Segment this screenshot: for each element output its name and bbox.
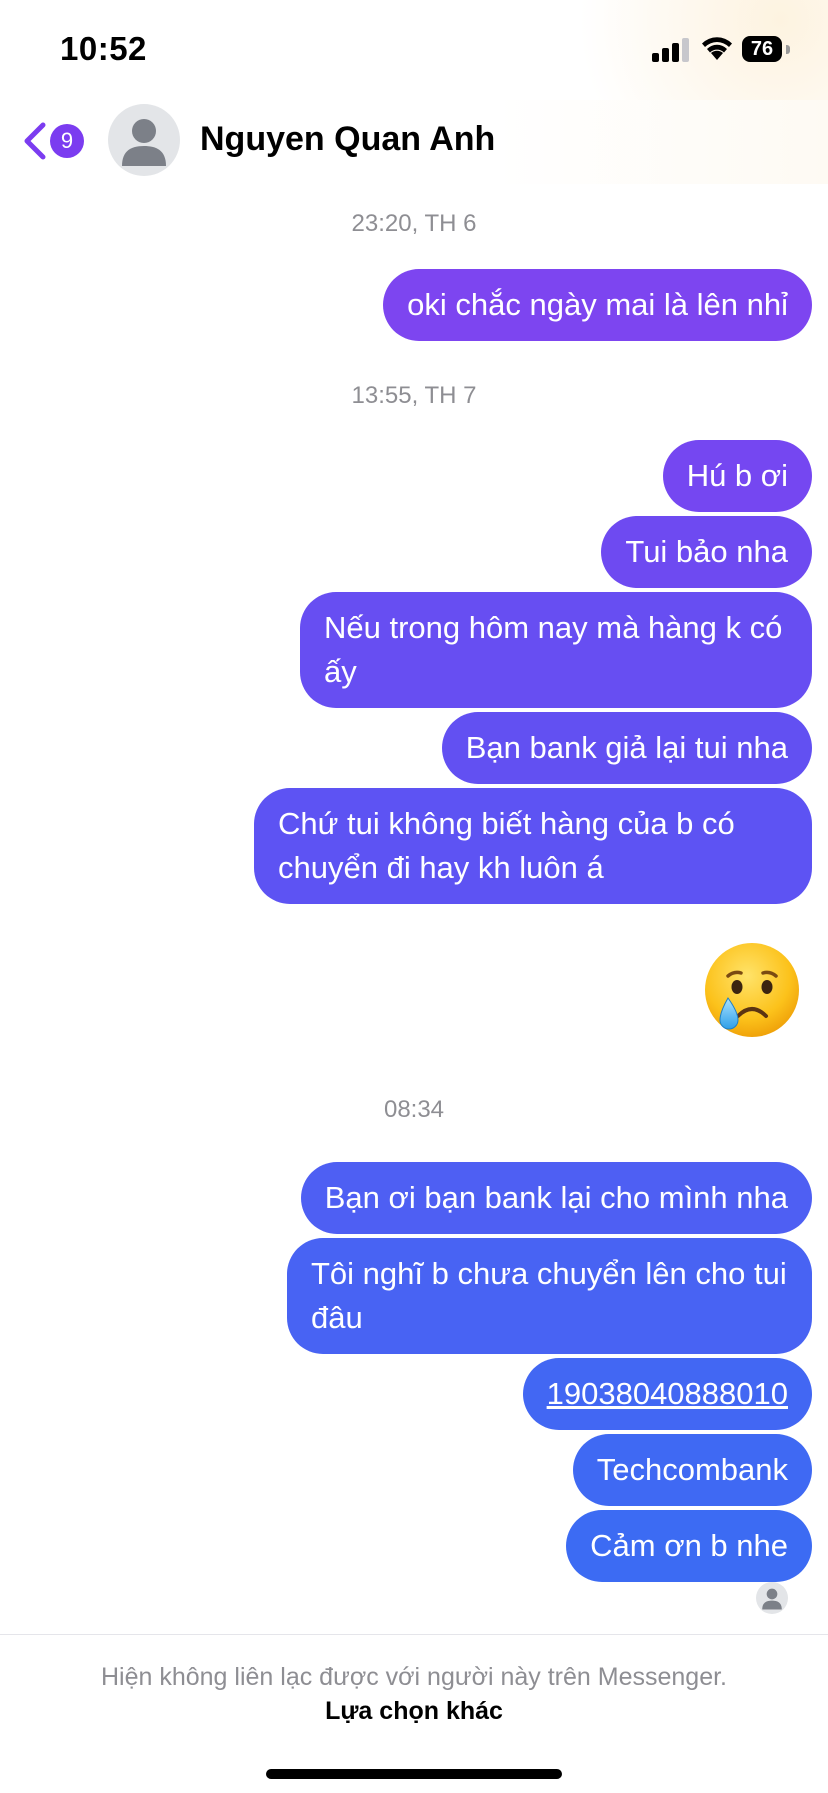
unread-count-badge: 9 xyxy=(50,124,84,158)
contact-avatar[interactable] xyxy=(108,104,180,176)
sent-message-bubble[interactable]: Bạn ơi bạn bank lại cho mình nha xyxy=(300,1162,812,1234)
person-icon xyxy=(762,1588,782,1610)
battery-level: 76 xyxy=(742,36,782,62)
account-number-link[interactable]: 19038040888010 xyxy=(547,1376,788,1411)
sent-message-bubble[interactable]: Nếu trong hôm nay mà hàng k có ấy xyxy=(300,592,812,708)
signal-icon xyxy=(652,36,692,62)
sent-message-bubble[interactable]: 19038040888010 xyxy=(522,1358,812,1430)
sent-message-bubble[interactable]: Techcombank xyxy=(572,1434,812,1506)
battery-icon: 76 xyxy=(742,36,790,62)
back-button[interactable]: 9 xyxy=(22,118,92,164)
unavailable-notice: Hiện không liên lạc được với người này t… xyxy=(100,1663,727,1691)
sent-message-bubble[interactable]: Tôi nghĩ b chưa chuyển lên cho tui đâu xyxy=(287,1238,812,1354)
message-timestamp: 08:34 xyxy=(383,1096,445,1123)
sent-message-bubble[interactable]: Hú b ơi xyxy=(662,440,812,512)
status-bar: 10:52 76 xyxy=(0,0,828,100)
other-options-link[interactable]: Lựa chọn khác xyxy=(0,1697,828,1726)
seen-indicator-avatar xyxy=(756,1582,788,1614)
composer-disabled-footer: Hiện không liên lạc được với người này t… xyxy=(0,1634,828,1793)
home-indicator[interactable] xyxy=(266,1769,562,1779)
message-timestamp: 13:55, TH 7 xyxy=(351,382,477,409)
sent-message-bubble[interactable]: oki chắc ngày mai là lên nhỉ xyxy=(383,269,812,341)
contact-name[interactable]: Nguyen Quan Anh xyxy=(200,120,495,159)
crying-face-emoji[interactable] xyxy=(702,940,802,1040)
chevron-left-icon xyxy=(24,122,46,160)
status-time: 10:52 xyxy=(60,30,147,67)
person-icon xyxy=(122,119,166,166)
crying-face-icon xyxy=(705,943,799,1037)
message-timestamp: 23:20, TH 6 xyxy=(351,210,477,237)
wifi-icon xyxy=(700,34,734,62)
sent-message-bubble[interactable]: Tui bảo nha xyxy=(601,516,812,588)
sent-message-bubble[interactable]: Chứ tui không biết hàng của b có chuyển … xyxy=(254,788,812,904)
chat-header: 9 Nguyen Quan Anh xyxy=(0,100,828,184)
sent-message-bubble[interactable]: Bạn bank giả lại tui nha xyxy=(441,712,812,784)
sent-message-bubble[interactable]: Cảm ơn b nhe xyxy=(566,1510,812,1582)
